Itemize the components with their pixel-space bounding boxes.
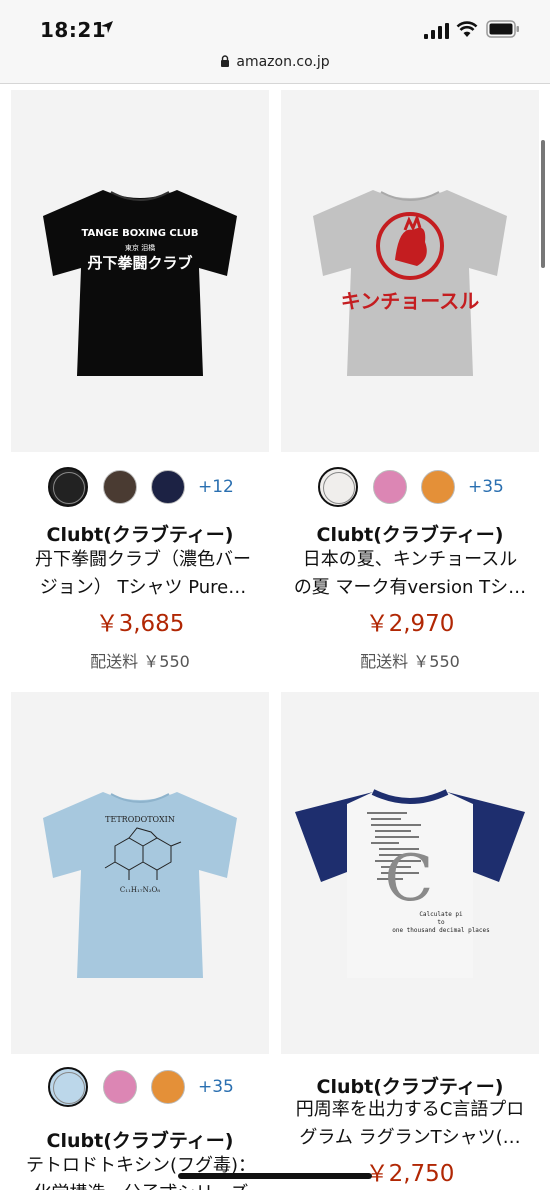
print-text: C	[385, 842, 434, 916]
color-swatches: +12	[48, 467, 268, 508]
print-text: C₁₁H₁₇N₃O₈	[120, 886, 160, 894]
more-colors-link[interactable]: +35	[468, 477, 504, 497]
color-swatch[interactable]	[421, 470, 455, 504]
product-price: ￥2,970	[365, 611, 455, 637]
print-text: TANGE BOXING CLUB	[81, 228, 198, 239]
print-text: to	[437, 919, 445, 926]
color-swatch[interactable]	[151, 1070, 185, 1104]
color-swatch[interactable]	[318, 467, 358, 507]
print-text: 丹下拳闘クラブ	[87, 254, 192, 272]
status-bar: 18:21	[0, 0, 550, 50]
shipping-fee: 配送料 ￥550	[90, 652, 190, 671]
product-image[interactable]: TANGE BOXING CLUB 東京 泪橋 丹下拳闘クラブ	[11, 90, 269, 452]
product-brand[interactable]: Clubt(クラブティー)	[11, 520, 269, 547]
tshirt-image: TETRODOTOXIN C₁₁H₁₇N₃O₈	[43, 792, 237, 978]
print-text: Calculate pi	[419, 911, 463, 918]
color-swatches: +35	[318, 467, 538, 508]
shipping-fee: 配送料 ￥550	[360, 652, 460, 671]
color-swatch[interactable]	[48, 1067, 88, 1107]
print-text: TETRODOTOXIN	[105, 815, 175, 824]
product-brand[interactable]: Clubt(クラブティー)	[281, 1072, 539, 1099]
product-price: ￥2,750	[365, 1161, 455, 1187]
product-title[interactable]: 日本の夏、キンチョースル	[277, 546, 543, 574]
address-bar[interactable]: amazon.co.jp	[0, 50, 550, 84]
product-image[interactable]: TETRODOTOXIN C₁₁H₁₇N₃O₈	[11, 692, 269, 1054]
print-text: one thousand decimal places	[392, 927, 490, 934]
color-swatch[interactable]	[103, 1070, 137, 1104]
product-image[interactable]: キンチョースル	[281, 90, 539, 452]
color-swatch[interactable]	[103, 470, 137, 504]
cellular-signal-icon	[424, 23, 449, 39]
print-text: キンチョースル	[341, 289, 479, 313]
tshirt-image: TANGE BOXING CLUB 東京 泪橋 丹下拳闘クラブ	[43, 190, 237, 376]
scrollbar[interactable]	[541, 140, 545, 268]
product-image[interactable]: C Calculate pi to one thousand decimal p…	[281, 692, 539, 1054]
tshirt-image: C Calculate pi to one thousand decimal p…	[295, 789, 525, 978]
color-swatch[interactable]	[151, 470, 185, 504]
print-text: 東京 泪橋	[125, 243, 155, 252]
product-brand[interactable]: Clubt(クラブティー)	[11, 1126, 269, 1153]
color-swatch[interactable]	[48, 467, 88, 507]
product-title[interactable]: グラム ラグランTシャツ(…	[277, 1124, 543, 1152]
product-brand[interactable]: Clubt(クラブティー)	[281, 520, 539, 547]
clock: 18:21	[40, 18, 107, 42]
product-title[interactable]: 化学構造・分子式シリーズ	[9, 1180, 273, 1190]
more-colors-link[interactable]: +35	[198, 1077, 234, 1097]
battery-icon	[486, 20, 519, 38]
color-swatch[interactable]	[373, 470, 407, 504]
product-title[interactable]: 丹下拳闘クラブ（濃色バー	[11, 546, 275, 574]
product-title[interactable]: の夏 マーク有version Tシ…	[277, 574, 543, 602]
wifi-icon	[456, 21, 478, 37]
lock-icon	[221, 55, 230, 67]
product-title[interactable]: ジョン） Tシャツ Pure…	[11, 574, 275, 602]
more-colors-link[interactable]: +12	[198, 477, 234, 497]
home-indicator[interactable]	[178, 1173, 372, 1179]
location-arrow-icon	[101, 21, 113, 33]
tshirt-image: キンチョースル	[313, 190, 507, 376]
product-price: ￥3,685	[95, 611, 185, 637]
url-text: amazon.co.jp	[236, 54, 330, 70]
product-title[interactable]: 円周率を出力するC言語プロ	[277, 1096, 543, 1124]
color-swatches: +35	[48, 1067, 268, 1108]
